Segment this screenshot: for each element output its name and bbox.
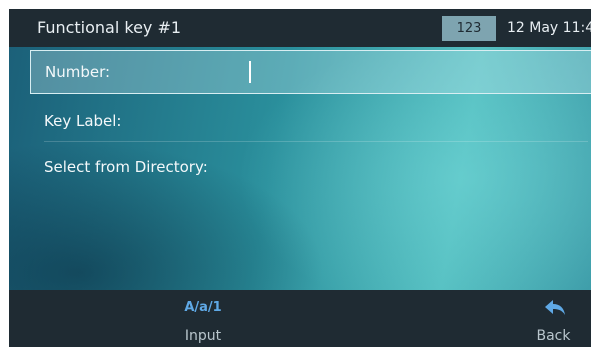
key-label-field-label: Key Label: — [44, 112, 122, 130]
back-softkey-label: Back — [536, 328, 571, 344]
text-cursor — [249, 61, 251, 83]
back-arrow-icon — [545, 300, 565, 315]
field-divider — [44, 141, 588, 142]
select-from-directory-field[interactable]: Select from Directory: — [30, 146, 591, 188]
date-time: 12 May 11:45 — [507, 20, 591, 36]
input-softkey-label: Input — [184, 328, 222, 344]
page-title: Functional key #1 — [37, 18, 182, 37]
title-bar: Functional key #1 123 12 May 11:45 — [9, 9, 591, 47]
back-softkey[interactable]: Back — [516, 290, 591, 347]
select-from-directory-label: Select from Directory: — [44, 158, 208, 176]
key-label-field[interactable]: Key Label: — [30, 100, 591, 142]
number-field-label: Number: — [45, 63, 111, 81]
softkey-bar: A/a/1 Input Back — [9, 290, 591, 347]
phone-screen: Functional key #1 123 12 May 11:45 Numbe… — [9, 9, 591, 347]
input-mode-badge: 123 — [442, 16, 496, 41]
text-case-icon: A/a/1 — [184, 300, 222, 315]
number-field[interactable]: Number: — [30, 50, 591, 94]
input-softkey[interactable]: A/a/1 Input — [148, 290, 258, 347]
